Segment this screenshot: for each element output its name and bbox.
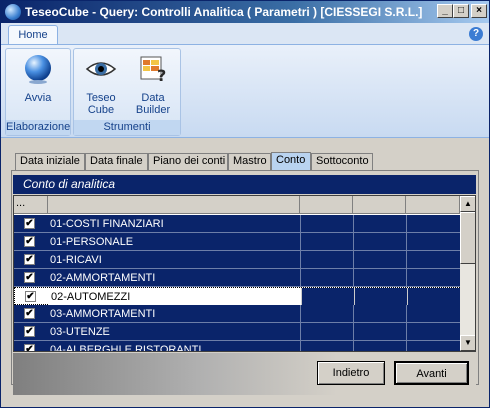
row-account-name: 01-PERSONALE [50, 236, 134, 248]
conto-grid[interactable]: ... ✔ 01-COSTI FINANZIARI ✔ 01-PERSONALE ✔ 01… [13, 195, 476, 352]
scroll-up-button[interactable]: ▲ [460, 196, 475, 212]
row-cell-4[interactable] [353, 341, 406, 351]
grid-header-name-col[interactable] [48, 196, 300, 214]
ribbon: Avvia Elaborazione Teseo Cube ? Data Bui… [1, 44, 489, 138]
row-cell-3[interactable] [300, 323, 353, 341]
data-builder-label-line1: Data [141, 92, 165, 104]
row-account-name: 02-AUTOMEZZI [51, 291, 131, 303]
tab-data-finale[interactable]: Data finale [85, 153, 148, 170]
row-cell-4[interactable] [353, 323, 406, 341]
data-builder-icon: ? [140, 56, 166, 85]
ribbon-tab-home[interactable]: Home [8, 25, 58, 46]
row-cell-4[interactable] [353, 305, 406, 323]
group-label-elaborazione: Elaborazione [6, 120, 71, 135]
globe-icon [25, 55, 51, 84]
ribbon-group-elaborazione: Avvia Elaborazione [5, 48, 71, 136]
footer-bar: Indietro Avanti [13, 353, 476, 395]
tab-data-iniziale[interactable]: Data iniziale [15, 153, 85, 170]
row-cell-3[interactable] [300, 233, 353, 251]
tab-sottoconto[interactable]: Sottoconto [311, 153, 373, 170]
row-cell-5[interactable] [406, 233, 460, 251]
row-cell-3[interactable] [300, 215, 353, 233]
avvia-label: Avvia [24, 92, 52, 104]
row-cell-4[interactable] [353, 233, 406, 251]
avvia-button[interactable]: Avvia [8, 53, 68, 104]
row-cell-4[interactable] [353, 215, 406, 233]
row-cell-5[interactable] [406, 341, 460, 351]
table-row[interactable]: ✔ 02-AUTOMEZZI [14, 287, 461, 306]
title-bar: TeseoCube - Query: Controlli Analitica (… [1, 1, 489, 23]
row-cell-5[interactable] [406, 323, 460, 341]
row-checkbox[interactable]: ✔ [25, 291, 36, 302]
row-account-name: 03-AMMORTAMENTI [50, 308, 156, 320]
svg-text:?: ? [157, 66, 166, 85]
row-cell-5[interactable] [406, 251, 460, 269]
row-account-name: 03-UTENZE [50, 326, 110, 338]
group-label-strumenti: Strumenti [74, 120, 180, 135]
row-cell-5[interactable] [406, 269, 460, 287]
grid-header: ... [14, 196, 460, 214]
row-account-name: 02-AMMORTAMENTI [50, 272, 156, 284]
app-window: TeseoCube - Query: Controlli Analitica (… [0, 0, 490, 408]
row-cell-3[interactable] [300, 305, 353, 323]
tab-mastro[interactable]: Mastro [228, 153, 271, 170]
row-checkbox[interactable]: ✔ [24, 308, 35, 319]
row-cell-5[interactable] [406, 215, 460, 233]
row-cell-3[interactable] [301, 288, 354, 306]
back-button[interactable]: Indietro [317, 361, 385, 385]
grid-header-col-3[interactable] [300, 196, 353, 214]
grid-header-col-5[interactable] [406, 196, 460, 214]
table-row[interactable]: ✔ 01-RICAVI [14, 251, 460, 269]
next-button[interactable]: Avanti [394, 361, 469, 385]
grid-scrollbar[interactable]: ▲ ▼ [460, 196, 475, 351]
row-cell-4[interactable] [353, 251, 406, 269]
close-button[interactable]: × [471, 4, 487, 18]
ribbon-group-strumenti: Teseo Cube ? Data Builder Strumenti [73, 48, 181, 136]
table-row[interactable]: ✔ 03-UTENZE [14, 323, 460, 341]
eye-icon [85, 62, 117, 76]
row-cell-5[interactable] [407, 288, 461, 306]
row-cell-4[interactable] [354, 288, 407, 306]
teseo-cube-label-line2: Cube [87, 104, 115, 116]
row-account-name: 01-RICAVI [50, 254, 102, 266]
row-checkbox[interactable]: ✔ [24, 326, 35, 337]
row-cell-5[interactable] [406, 305, 460, 323]
table-row[interactable]: ✔ 03-AMMORTAMENTI [14, 305, 460, 323]
row-checkbox[interactable]: ✔ [24, 272, 35, 283]
maximize-button[interactable]: □ [453, 4, 469, 18]
ribbon-tab-strip: Home ? [1, 23, 489, 46]
tab-piano-dei-conti[interactable]: Piano dei conti [148, 153, 228, 170]
window-title: TeseoCube - Query: Controlli Analitica (… [25, 5, 423, 19]
row-checkbox[interactable]: ✔ [24, 344, 35, 351]
row-account-name: 01-COSTI FINANZIARI [50, 218, 164, 230]
row-cell-3[interactable] [300, 251, 353, 269]
data-builder-button[interactable]: ? Data Builder [128, 53, 178, 116]
row-account-name: 04-ALBERGHI E RISTORANTI [50, 344, 202, 352]
table-row[interactable]: ✔ 01-COSTI FINANZIARI [14, 215, 460, 233]
grid-header-checkbox-col[interactable]: ... [14, 196, 48, 214]
data-builder-label-line2: Builder [135, 104, 171, 116]
app-logo-icon [5, 4, 21, 20]
row-checkbox[interactable]: ✔ [24, 218, 35, 229]
help-icon[interactable]: ? [469, 27, 483, 41]
tab-conto[interactable]: Conto [271, 152, 311, 170]
table-row[interactable]: ✔ 04-ALBERGHI E RISTORANTI [14, 341, 460, 352]
row-cell-3[interactable] [300, 341, 353, 351]
teseo-cube-label-line1: Teseo [86, 92, 116, 104]
table-row[interactable]: ✔ 02-AMMORTAMENTI [14, 269, 460, 287]
teseo-cube-button[interactable]: Teseo Cube [76, 53, 126, 116]
grid-header-col-4[interactable] [353, 196, 406, 214]
row-cell-3[interactable] [300, 269, 353, 287]
minimize-button[interactable]: _ [437, 4, 453, 18]
grid-caption: Conto di analitica [13, 175, 476, 194]
row-checkbox[interactable]: ✔ [24, 254, 35, 265]
scroll-down-button[interactable]: ▼ [460, 335, 475, 351]
row-checkbox[interactable]: ✔ [24, 236, 35, 247]
scroll-thumb[interactable] [460, 212, 475, 264]
table-row[interactable]: ✔ 01-PERSONALE [14, 233, 460, 251]
row-cell-4[interactable] [353, 269, 406, 287]
